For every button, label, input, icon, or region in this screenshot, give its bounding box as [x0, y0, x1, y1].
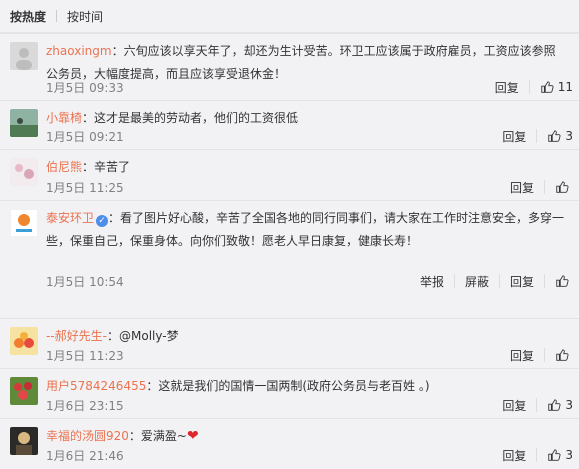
comment-time: 1月5日 09:33	[46, 81, 124, 95]
comment-actions: 回复 11	[495, 77, 573, 97]
report-button[interactable]: 举报	[420, 273, 444, 290]
thumbs-up-icon	[556, 349, 569, 361]
like-button[interactable]: 11	[540, 80, 573, 94]
like-count: 11	[557, 80, 573, 94]
comment-username[interactable]: zhaoxingm	[46, 44, 112, 58]
comment-text: ：六旬应该以享天年了，却还为生计受苦。环卫工应该属于政府雇员，工资应该参照公务员…	[46, 44, 556, 81]
comment-username[interactable]: 用户5784246455	[46, 379, 146, 393]
comment-username[interactable]: 泰安环卫	[46, 211, 94, 225]
reply-button[interactable]: 回复	[502, 397, 526, 414]
comment-username[interactable]: 小靠椅	[46, 111, 82, 125]
action-divider	[498, 274, 500, 288]
avatar[interactable]	[10, 209, 38, 237]
comment-actions: 回复	[510, 177, 573, 197]
tab-by-hot[interactable]: 按热度	[10, 8, 46, 25]
comment-item: 泰安环卫 ✓ ：看了图片好心酸，辛苦了全国各地的同行同事们，请大家在工作时注意安全，…	[0, 200, 579, 319]
action-divider	[453, 274, 455, 288]
comment-time: 1月5日 10:54	[46, 275, 124, 289]
like-button[interactable]	[555, 180, 573, 194]
block-button[interactable]: 屏蔽	[465, 273, 489, 290]
comment-item: 用户5784246455：这就是我们的国情一国两制(政府公务员与老百姓 。) 1…	[0, 368, 579, 419]
comment-meta: 1月5日 09:33 回复 11	[46, 77, 579, 97]
action-divider	[528, 80, 530, 94]
comment-item: zhaoxingm：六旬应该以享天年了，却还为生计受苦。环卫工应该属于政府雇员，…	[0, 33, 579, 101]
like-button[interactable]: 3	[547, 448, 573, 462]
action-divider	[544, 274, 545, 288]
comment-username[interactable]: 幸福的汤圆920	[46, 429, 129, 443]
avatar[interactable]	[10, 109, 38, 137]
avatar[interactable]	[10, 158, 38, 186]
reply-button[interactable]: 回复	[510, 273, 534, 290]
thumbs-up-icon	[556, 275, 569, 287]
comment-text: ：这才是最美的劳动者，他们的工资很低	[82, 111, 299, 125]
thumbs-up-icon	[548, 130, 561, 142]
reply-button[interactable]: 回复	[495, 79, 519, 96]
tab-by-time[interactable]: 按时间	[67, 8, 103, 25]
comment-text: ：爱满盈~	[128, 429, 187, 443]
comment-username[interactable]: 伯尼熊	[46, 160, 82, 174]
thumbs-up-icon	[548, 399, 561, 411]
comment-time: 1月6日 21:46	[46, 449, 124, 463]
sort-tabs: 按热度 按时间	[0, 0, 579, 33]
comment-content: 伯尼熊：辛苦了	[46, 156, 565, 179]
action-divider	[544, 180, 545, 194]
comment-actions: 回复 3	[502, 126, 573, 146]
comment-actions: 回复 3	[502, 395, 573, 415]
thumbs-up-icon	[556, 181, 569, 193]
comment-actions: 回复 3	[502, 445, 573, 465]
action-divider	[544, 348, 545, 362]
action-divider	[536, 398, 538, 412]
comment-text: ：这就是我们的国情一国两制(政府公务员与老百姓 。)	[146, 379, 430, 393]
comment-meta: 1月5日 09:21 回复 3	[46, 126, 579, 146]
heart-emoji-icon: ❤	[186, 428, 199, 444]
comment-time: 1月5日 11:25	[46, 181, 124, 195]
verified-badge-icon: ✓	[96, 215, 109, 227]
like-count: 3	[565, 398, 573, 412]
action-divider	[536, 129, 538, 143]
like-count: 3	[565, 129, 573, 143]
comment-item: 伯尼熊：辛苦了 1月5日 11:25 回复	[0, 149, 579, 201]
comment-time: 1月6日 23:15	[46, 399, 124, 413]
comment-text: ：辛苦了	[82, 160, 131, 174]
comment-meta: 1月5日 10:54 举报 屏蔽 回复	[46, 271, 579, 291]
like-button[interactable]	[555, 274, 573, 288]
comment-meta: 1月6日 21:46 回复 3	[46, 445, 579, 465]
like-button[interactable]: 3	[547, 398, 573, 412]
reply-button[interactable]: 回复	[502, 128, 526, 145]
avatar[interactable]	[10, 427, 38, 455]
comment-item: 小靠椅：这才是最美的劳动者，他们的工资很低 1月5日 09:21 回复 3	[0, 100, 579, 150]
like-button[interactable]: 3	[547, 129, 573, 143]
like-count: 3	[565, 448, 573, 462]
comment-actions: 举报 屏蔽 回复	[420, 271, 573, 291]
comment-meta: 1月6日 23:15 回复 3	[46, 395, 579, 415]
avatar[interactable]	[10, 377, 38, 405]
comment-item: --郝好先生-：@Molly-梦 1月5日 11:23 回复	[0, 318, 579, 369]
thumbs-up-icon	[548, 449, 561, 461]
reply-button[interactable]: 回复	[510, 179, 534, 196]
avatar[interactable]	[10, 327, 38, 355]
comment-time: 1月5日 11:23	[46, 349, 124, 363]
reply-button[interactable]: 回复	[502, 447, 526, 464]
thumbs-up-icon	[541, 81, 554, 93]
comment-item: 幸福的汤圆920：爱满盈~❤ 1月6日 21:46 回复 3	[0, 418, 579, 469]
comment-time: 1月5日 09:21	[46, 130, 124, 144]
comment-meta: 1月5日 11:23 回复	[46, 345, 579, 365]
comment-text: ：看了图片好心酸，辛苦了全国各地的同行同事们，请大家在工作时注意安全，多穿一些，…	[46, 211, 565, 248]
comment-username[interactable]: --郝好先生-	[46, 329, 107, 343]
action-divider	[536, 448, 538, 462]
comment-content: 泰安环卫 ✓ ：看了图片好心酸，辛苦了全国各地的同行同事们，请大家在工作时注意安全，…	[46, 207, 565, 253]
comment-meta: 1月5日 11:25 回复	[46, 177, 579, 197]
comment-panel: 按热度 按时间 zhaoxingm：六旬应该以享天年了，却还为生计受苦。环卫工应…	[0, 0, 579, 463]
comment-text: ：@Molly-梦	[107, 329, 179, 343]
comment-actions: 回复	[510, 345, 573, 365]
like-button[interactable]	[555, 348, 573, 362]
reply-button[interactable]: 回复	[510, 347, 534, 364]
avatar[interactable]	[10, 42, 38, 70]
tab-divider	[56, 10, 58, 22]
